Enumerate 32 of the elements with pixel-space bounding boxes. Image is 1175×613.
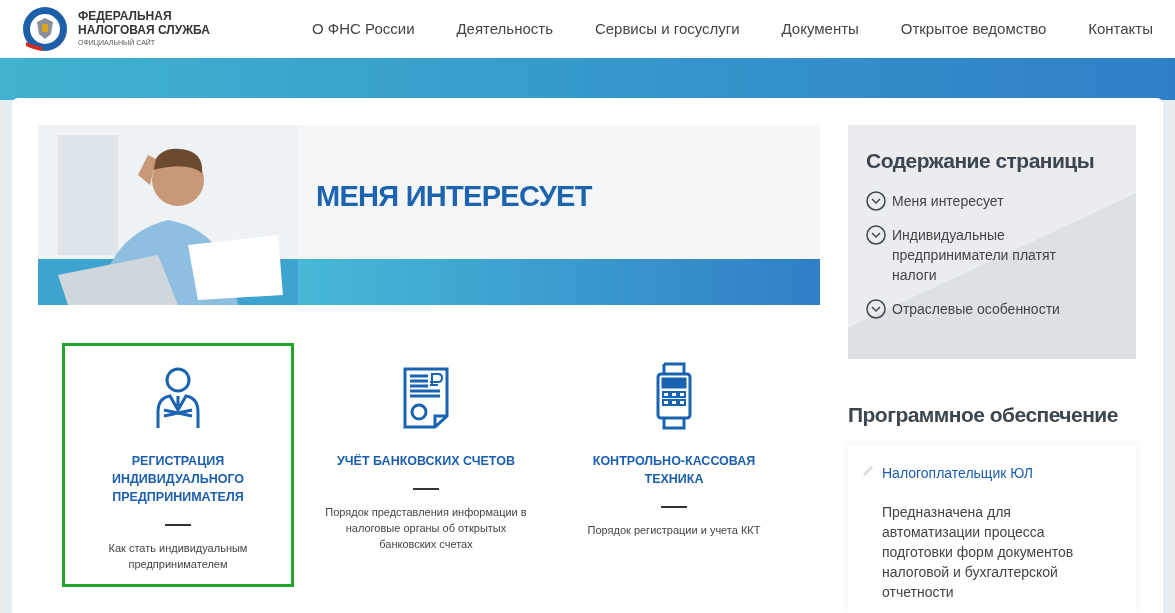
card-terminal-icon — [656, 362, 692, 430]
topic-description: Порядок представления информации в налоговые органы об открытых банковских счетах — [324, 505, 528, 552]
software-link[interactable]: Налогоплательщик ЮЛ — [882, 462, 1102, 484]
topic-description: Как стать индивидуальным предпринимателем — [107, 541, 249, 572]
nav-link[interactable]: Контакты — [1088, 17, 1153, 41]
topic-card[interactable]: КОНТРОЛЬНО-КАССОВАЯ ТЕХНИКА Порядок регистрации и учета ККТ — [558, 343, 790, 587]
person-icon — [154, 366, 202, 430]
topic-title: КОНТРОЛЬНО-КАССОВАЯ ТЕХНИКА — [591, 453, 757, 488]
nav-link[interactable]: О ФНС России — [312, 17, 415, 41]
banner-title: МЕНЯ ИНТЕРЕСУЕТ — [316, 179, 592, 215]
chevron-down-circle-icon — [866, 298, 886, 319]
nav-link[interactable]: Сервисы и госуслуги — [594, 17, 740, 41]
software-title: Программное обеспечение — [848, 402, 1119, 428]
software-description: Предназначена для автоматизации процесса подготовки форм документов налоговой и бухгалтерской отчетности — [882, 502, 1075, 602]
contents-link[interactable]: Индивидуальные предприниматели платят налоги — [892, 224, 1092, 285]
topic-description: Порядок регистрации и учета ККТ — [587, 523, 761, 538]
chevron-down-circle-icon — [866, 190, 886, 211]
emblem-icon — [22, 6, 68, 52]
topic-title: РЕГИСТРАЦИЯ ИНДИВИДУАЛЬНОГО ПРЕДПРИНИМАТЕЛЯ — [110, 453, 246, 506]
nav-link[interactable]: Документы — [781, 17, 859, 41]
topic-card[interactable]: УЧЁТ БАНКОВСКИХ СЧЕТОВ Порядок представления информации в налоговые органы об открытых банковских счетах — [310, 343, 542, 587]
document-icon — [402, 366, 450, 430]
chevron-down-circle-icon — [866, 224, 886, 245]
contents-link[interactable]: Отраслевые особенности — [892, 298, 1092, 319]
nav-link[interactable]: Открытое ведомство — [900, 17, 1047, 41]
nav-link[interactable]: Деятельность — [456, 17, 553, 41]
contents-title: Содержание страницы — [866, 148, 1096, 174]
logo-title: ФЕДЕРАЛЬНАЯ НАЛОГОВАЯ СЛУЖБА — [78, 9, 211, 38]
topic-card[interactable]: РЕГИСТРАЦИЯ ИНДИВИДУАЛЬНОГО ПРЕДПРИНИМАТЕЛЯ Как стать индивидуальным предпринимателем — [62, 343, 294, 587]
contents-link[interactable]: Меня интересует — [892, 190, 1092, 211]
topic-title: УЧЁТ БАНКОВСКИХ СЧЕТОВ — [337, 453, 515, 470]
pencil-icon — [862, 464, 874, 477]
